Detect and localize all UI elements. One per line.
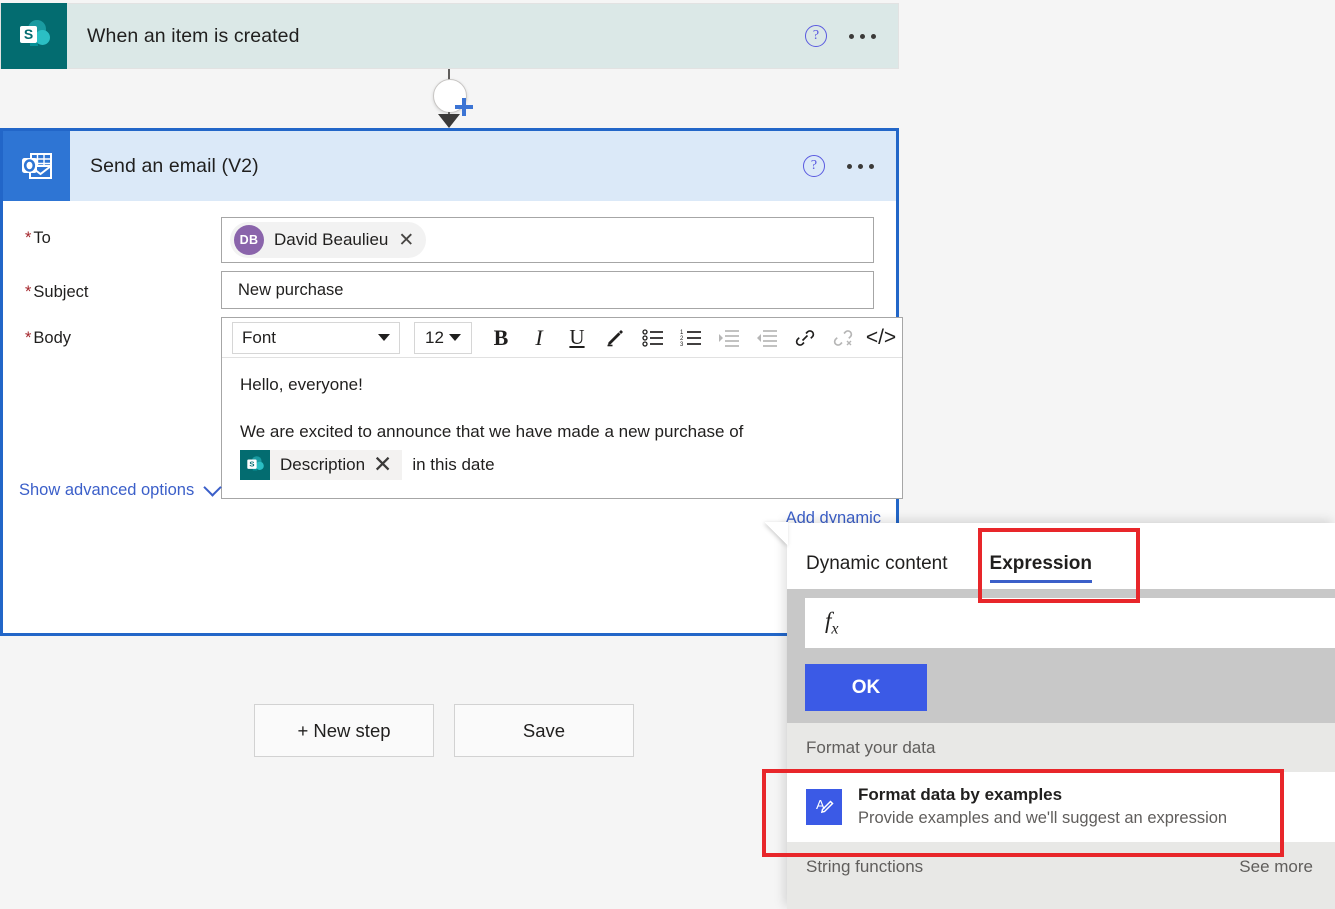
remove-token-icon[interactable]: ✕ xyxy=(373,453,398,476)
svg-text:S: S xyxy=(249,460,254,469)
subject-label: *Subject xyxy=(3,271,221,302)
outlook-icon xyxy=(3,131,70,201)
remove-recipient-icon[interactable]: ✕ xyxy=(398,231,414,250)
required-mark: * xyxy=(25,329,31,347)
section-header-string-functions: String functions See more xyxy=(787,842,1335,891)
fx-icon: fx xyxy=(825,608,839,639)
action-card-actions: ? xyxy=(803,155,896,177)
save-button[interactable]: Save xyxy=(454,704,634,757)
action-card-title: Send an email (V2) xyxy=(70,155,803,178)
trigger-card-when-item-created[interactable]: S When an item is created ? xyxy=(0,3,899,69)
subject-input[interactable]: New purchase xyxy=(221,271,874,309)
section-header-format-your-data: Format your data xyxy=(787,723,1335,772)
help-icon[interactable]: ? xyxy=(803,155,825,177)
flow-footer-buttons: + New step Save xyxy=(0,704,900,757)
dynamic-content-token[interactable]: S Description ✕ xyxy=(240,450,402,480)
plus-icon[interactable] xyxy=(433,79,467,113)
highlighter-icon[interactable] xyxy=(598,321,632,355)
section-title: Format your data xyxy=(806,738,935,758)
flow-connector xyxy=(420,69,478,128)
chevron-down-icon xyxy=(204,478,222,496)
font-size-dropdown[interactable]: 12 xyxy=(414,322,472,354)
format-data-text-block: Format data by examples Provide examples… xyxy=(858,784,1227,829)
svg-text:A: A xyxy=(816,797,825,812)
format-data-by-examples-item[interactable]: A Format data by examples Provide exampl… xyxy=(787,772,1335,842)
ok-button[interactable]: OK xyxy=(805,664,927,711)
expression-editor-area: fx xyxy=(787,589,1335,648)
chevron-down-icon xyxy=(449,334,461,341)
format-data-icon: A xyxy=(806,789,842,825)
rich-text-editor[interactable]: Font 12 B I U xyxy=(221,317,903,499)
help-icon[interactable]: ? xyxy=(805,25,827,47)
format-data-subtitle: Provide examples and we'll suggest an ex… xyxy=(858,807,1227,829)
code-view-button[interactable]: </> xyxy=(864,321,898,355)
sharepoint-icon: S xyxy=(240,450,270,480)
font-size-value: 12 xyxy=(425,328,444,348)
ellipsis-icon[interactable] xyxy=(849,34,876,39)
required-mark: * xyxy=(25,283,31,301)
action-card-body: *To DB David Beaulieu ✕ *Subject xyxy=(3,201,896,528)
action-card-header[interactable]: Send an email (V2) ? xyxy=(3,131,896,201)
panel-fold-corner xyxy=(765,522,788,546)
action-card-send-email[interactable]: Send an email (V2) ? *To DB David Beauli… xyxy=(0,128,899,636)
to-label: *To xyxy=(3,217,221,248)
section-title: String functions xyxy=(806,857,923,877)
required-mark: * xyxy=(25,229,31,247)
body-trailing-text: in this date xyxy=(412,455,494,475)
svg-text:3: 3 xyxy=(680,342,684,348)
body-control: Font 12 B I U xyxy=(221,317,925,528)
section-see-more[interactable]: See more xyxy=(1239,857,1313,877)
font-family-value: Font xyxy=(242,328,276,348)
indent-icon[interactable] xyxy=(712,321,746,355)
body-token-line: S Description ✕ in this date xyxy=(240,450,884,480)
unlink-icon[interactable] xyxy=(826,321,860,355)
trigger-card-actions: ? xyxy=(805,25,898,47)
italic-button[interactable]: I xyxy=(522,321,556,355)
token-label: Description xyxy=(270,455,373,475)
underline-button[interactable]: U xyxy=(560,321,594,355)
to-control: DB David Beaulieu ✕ xyxy=(221,217,896,263)
expression-ok-row: OK xyxy=(787,648,1335,723)
ellipsis-icon[interactable] xyxy=(847,164,874,169)
new-step-button[interactable]: + New step xyxy=(254,704,434,757)
editor-toolbar: Font 12 B I U xyxy=(222,318,902,358)
show-advanced-options-label: Show advanced options xyxy=(19,481,194,500)
tab-expression[interactable]: Expression xyxy=(990,553,1092,589)
link-icon[interactable] xyxy=(788,321,822,355)
dynamic-content-panel: Dynamic content Expression fx OK Format … xyxy=(787,523,1335,909)
recipient-name: David Beaulieu xyxy=(274,230,388,250)
body-label: *Body xyxy=(3,317,221,348)
tab-dynamic-content[interactable]: Dynamic content xyxy=(806,553,962,589)
svg-text:S: S xyxy=(24,26,33,42)
show-advanced-options-toggle[interactable]: Show advanced options xyxy=(19,481,219,500)
sharepoint-icon: S xyxy=(1,3,67,69)
panel-tabs: Dynamic content Expression xyxy=(787,523,1335,589)
outdent-icon[interactable] xyxy=(750,321,784,355)
font-family-dropdown[interactable]: Font xyxy=(232,322,400,354)
to-input[interactable]: DB David Beaulieu ✕ xyxy=(221,217,874,263)
format-data-title: Format data by examples xyxy=(858,784,1227,807)
body-greeting: Hello, everyone! xyxy=(240,374,884,397)
chevron-down-icon xyxy=(378,334,390,341)
expression-input[interactable]: fx xyxy=(805,598,1335,648)
trigger-card-title: When an item is created xyxy=(67,25,805,48)
field-row-to: *To DB David Beaulieu ✕ xyxy=(3,217,896,263)
recipient-chip[interactable]: DB David Beaulieu ✕ xyxy=(230,222,426,258)
avatar: DB xyxy=(234,225,264,255)
editor-content[interactable]: Hello, everyone! We are excited to annou… xyxy=(222,358,902,498)
connector-arrow-icon xyxy=(438,114,460,128)
numbered-list-icon[interactable]: 1 2 3 xyxy=(674,321,708,355)
bold-button[interactable]: B xyxy=(484,321,518,355)
subject-control: New purchase xyxy=(221,271,896,309)
field-row-subject: *Subject New purchase xyxy=(3,271,896,309)
bulleted-list-icon[interactable] xyxy=(636,321,670,355)
body-paragraph: We are excited to announce that we have … xyxy=(240,421,884,444)
flow-canvas: S When an item is created ? xyxy=(0,0,900,909)
